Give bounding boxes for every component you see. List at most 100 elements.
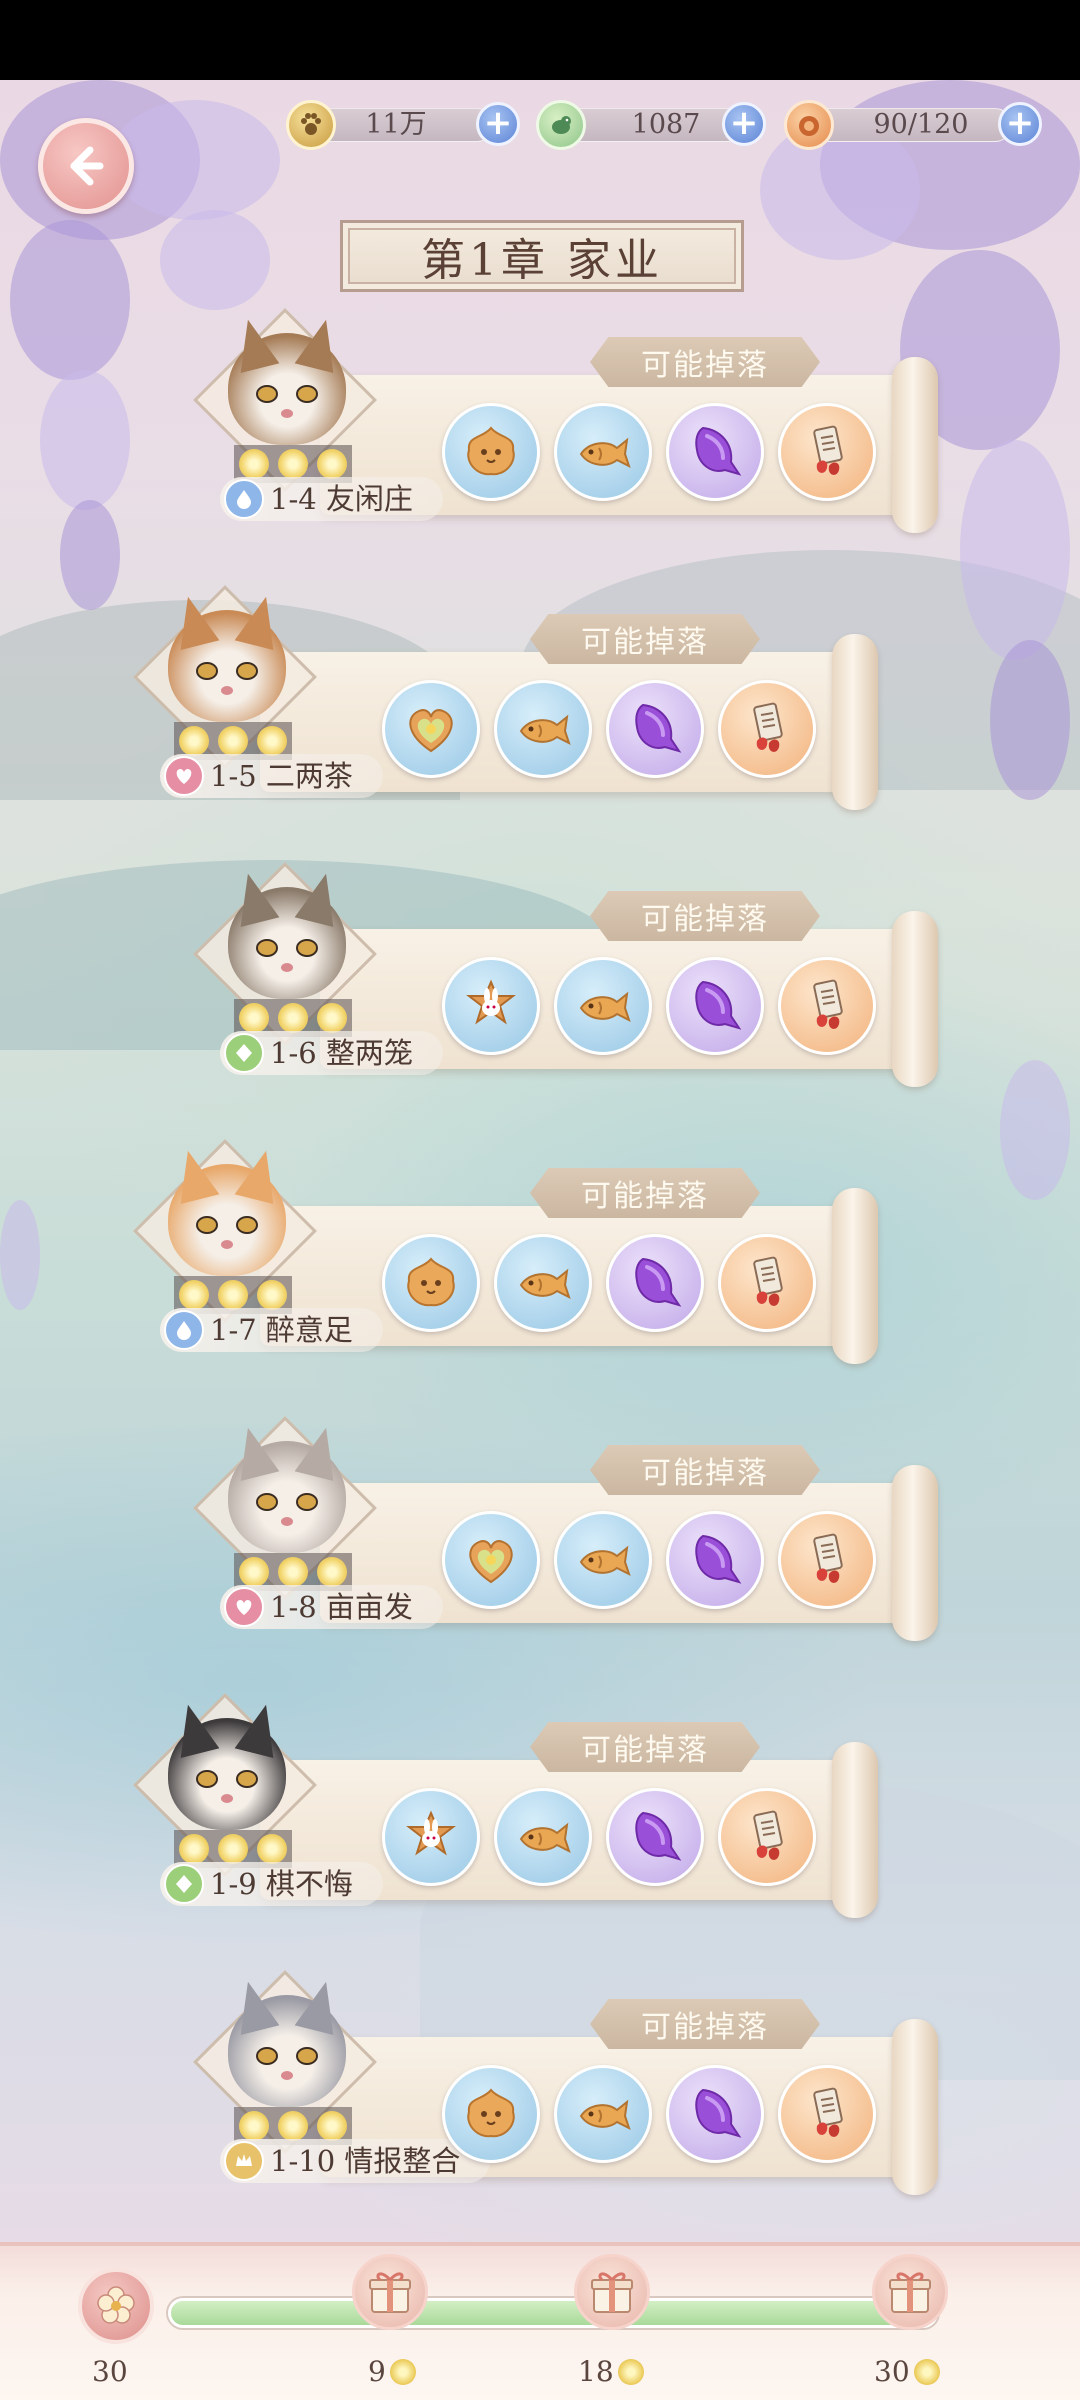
heart-cookie-icon[interactable] (382, 680, 480, 778)
star-icon (317, 449, 348, 479)
stage-name[interactable]: 1-6 整两笼 (220, 1031, 443, 1075)
cat-face-icon (228, 1441, 346, 1553)
gift-icon (591, 2272, 633, 2313)
fish-snack-icon[interactable] (554, 1511, 652, 1609)
stage-card[interactable]: 可能掉落 1-10 情报整合 (180, 1970, 980, 2207)
fish-snack-icon[interactable] (494, 680, 592, 778)
gift-icon (889, 2272, 931, 2313)
pink-heart-icon (224, 1587, 264, 1627)
rabbit-cookie-icon[interactable] (442, 957, 540, 1055)
back-button[interactable] (38, 118, 134, 214)
purple-fish-icon[interactable] (666, 957, 764, 1055)
star-icon (913, 2359, 940, 2385)
fish-snack-icon[interactable] (494, 1234, 592, 1332)
scroll-charm-icon[interactable] (778, 1511, 876, 1609)
scroll-charm-icon[interactable] (718, 1234, 816, 1332)
star-icon (277, 2111, 308, 2141)
milestone-gift-button[interactable] (574, 2254, 650, 2330)
purple-fish-icon[interactable] (606, 1234, 704, 1332)
star-icon (257, 1834, 288, 1864)
purple-fish-icon[interactable] (606, 680, 704, 778)
blue-drop-icon (164, 1310, 204, 1350)
rabbit-cookie-icon[interactable] (382, 1788, 480, 1886)
fish-snack-icon[interactable] (554, 2065, 652, 2163)
stage-card[interactable]: 可能掉落 1-9 棋不悔 (120, 1693, 920, 1930)
possible-drops-label: 可能掉落 (590, 337, 820, 387)
star-icon (277, 449, 308, 479)
wisteria-decoration (0, 1200, 40, 1310)
star-icon (178, 726, 209, 756)
scroll-roll (892, 2019, 938, 2195)
green-leaf-icon (164, 1864, 204, 1904)
star-icon (217, 1834, 248, 1864)
star-icon (277, 1557, 308, 1587)
stage-name[interactable]: 1-9 棋不悔 (160, 1862, 383, 1906)
scroll-roll (892, 1465, 938, 1641)
stage-card[interactable]: 可能掉落 1-6 整两笼 (180, 862, 980, 1099)
stage-name[interactable]: 1-4 友闲庄 (220, 477, 443, 521)
purple-fish-icon[interactable] (606, 1788, 704, 1886)
milestone-stars-value: 30 (874, 2355, 910, 2388)
cat-portrait[interactable] (133, 1139, 317, 1323)
star-icon (389, 2359, 416, 2385)
scroll-charm-icon[interactable] (778, 2065, 876, 2163)
stage-name-label: 1-7 醉意足 (210, 1313, 353, 1347)
star-icon (238, 449, 269, 479)
cat-cookie-icon[interactable] (442, 403, 540, 501)
possible-drops-label: 可能掉落 (530, 1168, 760, 1218)
cat-cookie-icon[interactable] (382, 1234, 480, 1332)
possible-drops-label: 可能掉落 (590, 1445, 820, 1495)
heart-cookie-icon[interactable] (442, 1511, 540, 1609)
stage-name[interactable]: 1-8 亩亩发 (220, 1585, 443, 1629)
stage-name[interactable]: 1-7 醉意足 (160, 1308, 383, 1352)
star-icon (178, 1280, 209, 1310)
star-icon (277, 1003, 308, 1033)
fish-snack-icon[interactable] (494, 1788, 592, 1886)
cat-portrait[interactable] (193, 308, 377, 492)
chapter-map-scene: 可能掉落 1-4 友闲庄 可能掉落 1-5 二两茶 可能掉落 1-6 整两笼 可… (0, 80, 1080, 2242)
scroll-charm-icon[interactable] (718, 1788, 816, 1886)
progress-fill (171, 2301, 935, 2325)
cat-portrait[interactable] (133, 1693, 317, 1877)
scroll-roll (892, 357, 938, 533)
add-jade-bird-button[interactable]: + (722, 102, 766, 146)
cat-cookie-icon[interactable] (442, 2065, 540, 2163)
stage-name[interactable]: 1-10 情报整合 (220, 2139, 491, 2183)
star-icon (257, 1280, 288, 1310)
jade-bird-counter: 1087 + (536, 100, 772, 150)
stage-name-label: 1-5 二两茶 (210, 759, 353, 793)
pink-heart-icon (164, 756, 204, 796)
purple-fish-icon[interactable] (666, 403, 764, 501)
cat-portrait[interactable] (193, 862, 377, 1046)
purple-fish-icon[interactable] (666, 2065, 764, 2163)
add-stamina-button[interactable]: + (998, 102, 1042, 146)
blue-drop-icon (224, 479, 264, 519)
star-icon (178, 1834, 209, 1864)
wisteria-decoration (1000, 1060, 1070, 1200)
gift-icon (369, 2272, 411, 2313)
possible-drops-label: 可能掉落 (530, 614, 760, 664)
fish-snack-icon[interactable] (554, 403, 652, 501)
scroll-charm-icon[interactable] (778, 403, 876, 501)
milestone-gift-button[interactable] (872, 2254, 948, 2330)
stage-card[interactable]: 可能掉落 1-4 友闲庄 (180, 308, 980, 545)
stage-card[interactable]: 可能掉落 1-5 二两茶 (120, 585, 920, 822)
stage-card[interactable]: 可能掉落 1-7 醉意足 (120, 1139, 920, 1376)
star-icon (317, 1003, 348, 1033)
star-icon (257, 726, 288, 756)
add-paw-coin-button[interactable]: + (476, 102, 520, 146)
scroll-charm-icon[interactable] (718, 680, 816, 778)
wisteria-decoration (40, 370, 130, 510)
paw-coin-icon (286, 100, 336, 150)
cat-portrait[interactable] (193, 1416, 377, 1600)
milestone-gift-button[interactable] (352, 2254, 428, 2330)
cat-portrait[interactable] (193, 1970, 377, 2154)
star-medal-icon (78, 2268, 154, 2344)
fish-snack-icon[interactable] (554, 957, 652, 1055)
purple-fish-icon[interactable] (666, 1511, 764, 1609)
stage-name[interactable]: 1-5 二两茶 (160, 754, 383, 798)
paw-coin-counter: 11万 + (286, 100, 522, 150)
cat-portrait[interactable] (133, 585, 317, 769)
scroll-charm-icon[interactable] (778, 957, 876, 1055)
stage-card[interactable]: 可能掉落 1-8 亩亩发 (180, 1416, 980, 1653)
